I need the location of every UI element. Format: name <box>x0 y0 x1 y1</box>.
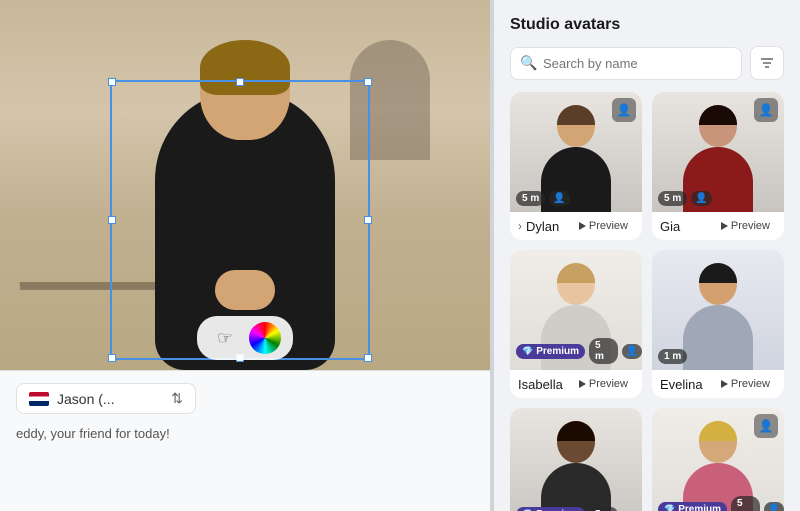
avatar-badges-person3: 💎Premium 5 m <box>516 507 618 511</box>
play-icon <box>579 380 586 388</box>
person-icon: 👤 <box>754 414 778 438</box>
preview-label: Preview <box>589 378 628 390</box>
avatar-image-dylan: 👤 5 m 👤 <box>510 92 642 212</box>
gem-icon: 💎 <box>664 504 675 511</box>
avatar-info-gia: Gia Preview <box>652 212 784 240</box>
mini-hair <box>699 263 737 283</box>
avatar-name-gia: Gia <box>660 219 711 234</box>
search-bar: 🔍 <box>510 46 784 80</box>
play-icon <box>721 380 728 388</box>
avatar-badges-isabella: 💎Premium 5 m 👤 <box>516 338 642 364</box>
time-badge: 5 m <box>731 496 760 511</box>
gem-icon: 💎 <box>522 346 533 357</box>
chevron-icon: ⇅ <box>171 390 183 407</box>
mini-hair <box>557 263 595 283</box>
voice-name: Jason (... <box>57 391 163 407</box>
preview-button-dylan[interactable]: Preview <box>573 218 634 234</box>
mini-hair <box>699 105 737 125</box>
avatar-card-person3[interactable]: 💎Premium 5 m <box>510 408 642 511</box>
mini-head <box>557 105 595 147</box>
avatar-badges-dylan: 5 m 👤 <box>516 191 570 206</box>
avatar-card-dylan[interactable]: 👤 5 m 👤 › Dylan Preview <box>510 92 642 240</box>
avatar-hair <box>200 40 290 95</box>
avatar-badge: 👤 <box>764 502 784 511</box>
avatar-image-isabella: 💎Premium 5 m 👤 <box>510 250 642 370</box>
avatar-head <box>200 40 290 140</box>
mini-figure-person3 <box>541 421 611 511</box>
mini-head <box>699 263 737 305</box>
right-panel: Studio avatars 🔍 <box>494 0 800 511</box>
avatar-name-isabella: Isabella <box>518 377 569 392</box>
avatar-info-isabella: Isabella Preview <box>510 370 642 398</box>
time-badge: 5 m <box>589 338 618 364</box>
script-text: eddy, your friend for today! <box>16 424 474 444</box>
avatar-badge: 👤 <box>691 191 711 206</box>
time-badge: 5 m <box>589 507 618 511</box>
preview-button-evelina[interactable]: Preview <box>715 376 776 392</box>
mini-head <box>557 421 595 463</box>
premium-badge: 💎Premium <box>516 344 585 359</box>
color-wheel-icon[interactable] <box>249 322 281 354</box>
mini-figure-evelina <box>683 263 753 370</box>
avatar-hands <box>215 270 275 310</box>
avatar-badges-gia: 5 m 👤 <box>658 191 712 206</box>
bottom-bar: Jason (... ⇅ eddy, your friend for today… <box>0 370 490 511</box>
avatar-card-gia[interactable]: 👤 5 m 👤 Gia Preview <box>652 92 784 240</box>
avatar-grid: 👤 5 m 👤 › Dylan Preview <box>510 92 784 511</box>
premium-badge: 💎Premium <box>658 502 727 511</box>
mini-hair <box>557 105 595 125</box>
mini-body <box>541 463 611 511</box>
top-person-badge-person4: 👤 <box>754 414 778 438</box>
hand-tool-icon[interactable]: ☞ <box>209 322 241 354</box>
flag-icon <box>29 392 49 406</box>
avatar-image-person4: 👤 💎Premium 5 m 👤 <box>652 408 784 511</box>
preview-label: Preview <box>731 378 770 390</box>
mini-head <box>557 263 595 305</box>
filter-button[interactable] <box>750 46 784 80</box>
mini-head <box>699 105 737 147</box>
person-icon: 👤 <box>612 98 636 122</box>
panel-title: Studio avatars <box>510 16 784 34</box>
avatar-badges-evelina: 1 m <box>658 349 687 364</box>
time-badge: 5 m <box>516 191 545 206</box>
avatar-card-isabella[interactable]: 💎Premium 5 m 👤 Isabella Preview <box>510 250 642 398</box>
video-area: ☞ <box>0 0 490 370</box>
expand-icon[interactable]: › <box>518 219 522 233</box>
voice-selector[interactable]: Jason (... ⇅ <box>16 383 196 414</box>
preview-label: Preview <box>731 220 770 232</box>
play-icon <box>579 222 586 230</box>
top-person-badge-dylan: 👤 <box>612 98 636 122</box>
avatar-placeholder-person3 <box>510 408 642 511</box>
time-badge: 1 m <box>658 349 687 364</box>
time-badge: 5 m <box>658 191 687 206</box>
preview-button-gia[interactable]: Preview <box>715 218 776 234</box>
avatar-image-gia: 👤 5 m 👤 <box>652 92 784 212</box>
avatar-card-evelina[interactable]: 1 m Evelina Preview <box>652 250 784 398</box>
video-toolbar: ☞ <box>197 316 293 360</box>
avatar-name-dylan: Dylan <box>526 219 569 234</box>
premium-badge: 💎Premium <box>516 507 585 511</box>
preview-label: Preview <box>589 220 628 232</box>
mini-hair <box>699 421 737 441</box>
search-input[interactable] <box>510 47 742 80</box>
person-icon: 👤 <box>754 98 778 122</box>
avatar-card-person4[interactable]: 👤 💎Premium 5 m 👤 <box>652 408 784 511</box>
left-panel: ☞ Jason (... ⇅ eddy, your friend for tod… <box>0 0 490 511</box>
mini-hair <box>557 421 595 441</box>
avatar-info-dylan: › Dylan Preview <box>510 212 642 240</box>
avatar-image-evelina: 1 m <box>652 250 784 370</box>
avatar-name-evelina: Evelina <box>660 377 711 392</box>
avatar-image-person3: 💎Premium 5 m <box>510 408 642 511</box>
avatar-badges-person4: 💎Premium 5 m 👤 <box>658 496 784 511</box>
avatar-badge: 👤 <box>622 344 642 359</box>
avatar-badge: 👤 <box>549 191 569 206</box>
top-person-badge-gia: 👤 <box>754 98 778 122</box>
play-icon <box>721 222 728 230</box>
avatar-info-evelina: Evelina Preview <box>652 370 784 398</box>
background-figure <box>350 40 430 160</box>
search-icon: 🔍 <box>520 55 537 72</box>
mini-body <box>683 305 753 370</box>
mini-head <box>699 421 737 463</box>
preview-button-isabella[interactable]: Preview <box>573 376 634 392</box>
